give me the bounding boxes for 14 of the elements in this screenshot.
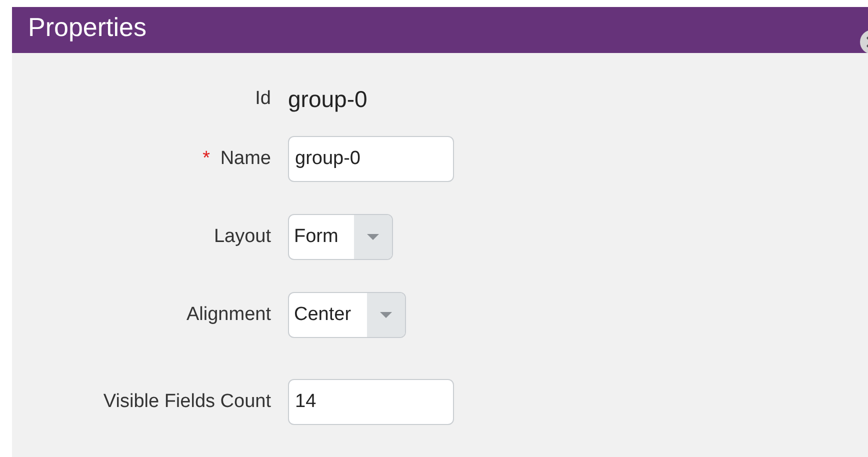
input-field[interactable]: group-0 — [288, 136, 454, 182]
caret-icon — [367, 234, 380, 240]
field-label: Layout — [214, 226, 271, 247]
dropdown[interactable]: Center — [288, 292, 406, 338]
field-label: Id — [255, 88, 271, 109]
field-label: Name — [220, 148, 271, 169]
caret-icon — [380, 312, 392, 318]
required-mark: * — [202, 148, 210, 169]
dropdown[interactable]: Form — [288, 214, 394, 260]
id-value: group-0 — [288, 86, 368, 112]
input-field[interactable]: 14 — [288, 379, 454, 425]
field-label: Alignment — [186, 304, 271, 325]
field-label: Visible Fields Count — [103, 391, 271, 412]
panel-title: Properties — [27, 12, 146, 42]
